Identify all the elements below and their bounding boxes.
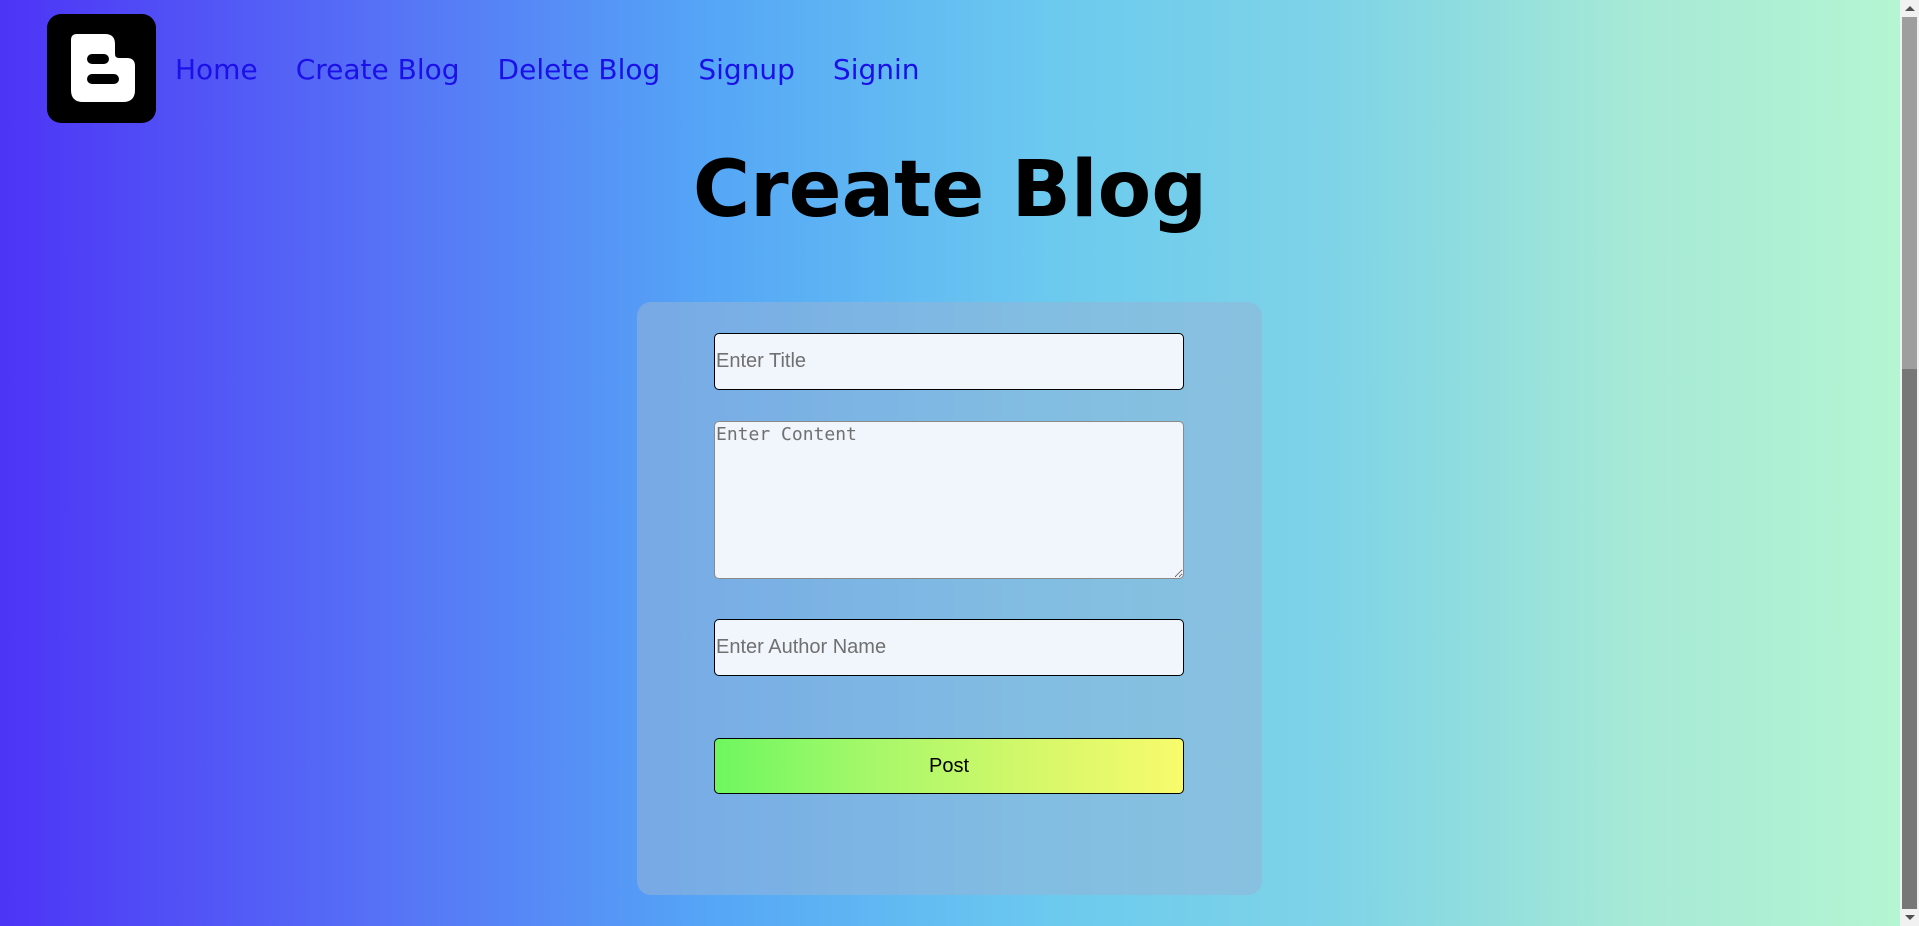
nav-link-home[interactable]: Home <box>175 50 258 90</box>
main-nav: Home Create Blog Delete Blog Signup Sign… <box>175 50 958 90</box>
scrollbar-track[interactable] <box>1902 369 1917 909</box>
nav-link-signup[interactable]: Signup <box>698 50 795 90</box>
post-button[interactable]: Post <box>714 738 1184 794</box>
scroll-down-arrow-icon[interactable] <box>1900 909 1919 926</box>
author-name-input[interactable] <box>714 619 1184 676</box>
nav-link-create-blog[interactable]: Create Blog <box>296 50 460 90</box>
create-blog-form: Post <box>637 302 1262 895</box>
nav-link-delete-blog[interactable]: Delete Blog <box>498 50 661 90</box>
scroll-up-arrow-icon[interactable] <box>1900 0 1919 17</box>
blogger-logo-icon[interactable] <box>47 14 156 123</box>
page-title: Create Blog <box>692 145 1208 235</box>
title-input[interactable] <box>714 333 1184 390</box>
nav-link-signin[interactable]: Signin <box>833 50 920 90</box>
vertical-scrollbar[interactable] <box>1900 0 1919 926</box>
content-textarea[interactable] <box>714 421 1184 579</box>
scrollbar-thumb[interactable] <box>1902 17 1917 369</box>
